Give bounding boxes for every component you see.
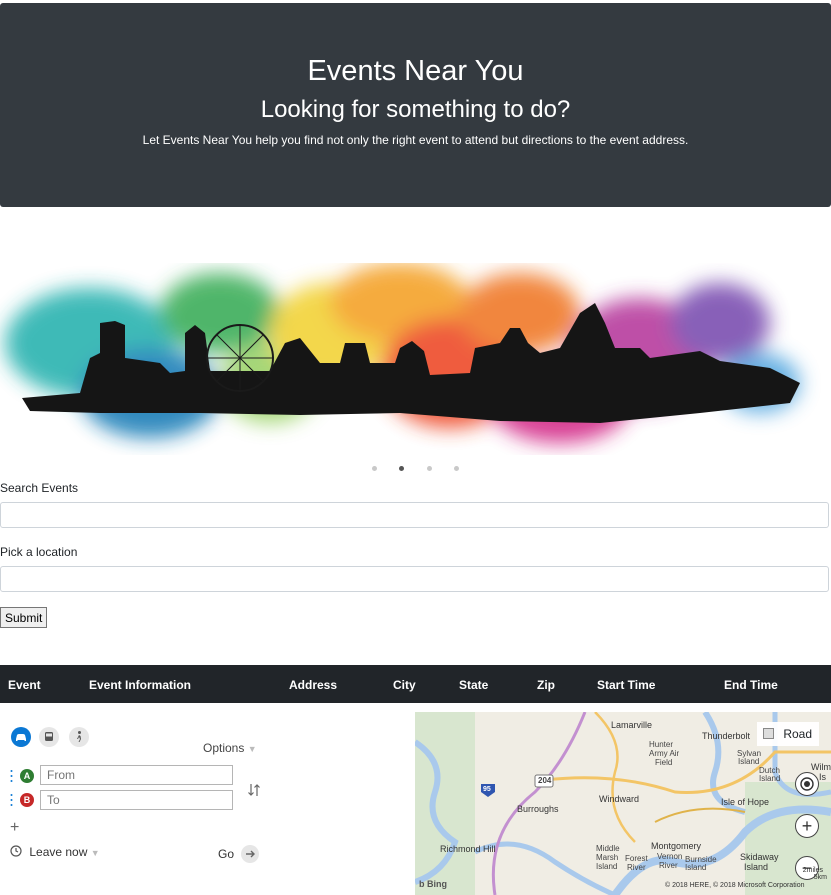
drag-handle-icon[interactable] — [10, 769, 13, 783]
map-view[interactable]: Lamarville Hunter Army Air Field Thunder… — [415, 712, 831, 895]
carousel-indicator[interactable] — [426, 466, 432, 472]
map-label-wilm: Wilm — [811, 762, 831, 772]
locate-me-button[interactable] — [795, 772, 819, 796]
directions-panel: Options ▼ A B + Leave now ▼ Go — [0, 712, 400, 895]
map-label-marsh: Marsh — [596, 853, 619, 862]
bing-logo: b Bing — [419, 879, 447, 889]
map-label-wilm-is: Is — [819, 772, 827, 782]
column-header-state: State — [459, 678, 489, 692]
hero-description: Let Events Near You help you find not on… — [142, 133, 689, 147]
map-label-middle-island: Island — [596, 862, 618, 871]
map-style-label: Road — [783, 727, 813, 741]
map-route-shield-95: 95 — [483, 786, 491, 793]
map-label-dutch-island: Island — [759, 774, 781, 783]
map-label-hunter: Hunter — [649, 740, 674, 749]
column-header-city: City — [393, 678, 416, 692]
map-label-windward: Windward — [599, 794, 640, 804]
bing-b-icon: b — [419, 879, 425, 889]
clock-icon — [10, 845, 22, 857]
from-input[interactable] — [40, 765, 233, 785]
map-label-burroughs: Burroughs — [517, 804, 559, 814]
events-table-header: Event Event Information Address City Sta… — [0, 665, 831, 703]
map-route-shield-204: 204 — [538, 776, 552, 785]
map-style-button[interactable]: Road — [757, 722, 819, 746]
map-label-richmond-hill: Richmond Hill — [440, 844, 496, 854]
plus-icon: + — [801, 816, 813, 836]
map-label-forest-river: River — [627, 863, 646, 872]
bus-icon — [45, 732, 53, 741]
add-waypoint-icon[interactable]: + — [10, 819, 19, 837]
carousel-indicator[interactable] — [371, 466, 377, 472]
drag-handle-icon[interactable] — [10, 793, 13, 807]
bing-brand-text: Bing — [427, 879, 448, 889]
location-input[interactable] — [0, 566, 829, 592]
page-subtitle: Looking for something to do? — [260, 96, 571, 123]
map-scale: 2miles 5km — [802, 867, 827, 881]
to-input[interactable] — [40, 790, 233, 810]
scale-km: 5km — [813, 874, 827, 881]
leave-label: Leave now — [29, 845, 88, 859]
carousel-indicator-active[interactable] — [399, 466, 405, 472]
map-label-sylvan-island: Island — [738, 757, 760, 766]
column-header-event-information: Event Information — [89, 678, 192, 692]
image-carousel[interactable] — [0, 263, 831, 478]
chevron-down-icon: ▼ — [90, 848, 100, 858]
map-label-montgomery: Montgomery — [651, 841, 702, 851]
column-header-event: Event — [8, 678, 41, 692]
swap-icon[interactable] — [247, 782, 261, 798]
transit-mode-button[interactable] — [39, 727, 59, 747]
car-icon — [16, 734, 26, 741]
map-label-thunderbolt: Thunderbolt — [702, 731, 751, 741]
target-icon — [800, 777, 814, 791]
arrow-right-icon — [241, 845, 260, 863]
map-label-army-air: Army Air — [649, 749, 680, 758]
column-header-zip: Zip — [537, 678, 555, 692]
chevron-down-icon: ▼ — [247, 744, 257, 754]
submit-button[interactable]: Submit — [0, 607, 48, 628]
column-header-end-time: End Time — [724, 678, 778, 692]
map-label-lamarville: Lamarville — [611, 720, 653, 730]
go-button[interactable]: Go — [218, 845, 260, 863]
map-label-middle: Middle — [596, 844, 620, 853]
waypoint-b-icon: B — [20, 793, 34, 807]
scale-miles: 2miles — [802, 867, 823, 874]
page-title: Events Near You — [307, 55, 524, 87]
hero-banner: Events Near You Looking for something to… — [0, 3, 831, 207]
map-label-field: Field — [655, 758, 673, 767]
search-events-input[interactable] — [0, 502, 829, 528]
carousel-image-skyline — [5, 263, 800, 443]
map-label-burnside-island: Island — [685, 863, 707, 872]
walk-mode-button[interactable] — [69, 727, 89, 747]
column-header-address: Address — [289, 678, 338, 692]
options-dropdown[interactable]: Options ▼ — [203, 741, 257, 755]
location-label: Pick a location — [0, 545, 78, 559]
map-attribution: © 2018 HERE, © 2018 Microsoft Corporatio… — [665, 882, 805, 889]
zoom-in-button[interactable]: + — [795, 814, 819, 838]
carousel-indicator[interactable] — [454, 466, 460, 472]
column-header-start-time: Start Time — [597, 678, 656, 692]
map-label-vernon-river: River — [659, 861, 678, 870]
options-label: Options — [203, 741, 245, 755]
map-label-skidaway-island: Island — [744, 862, 769, 872]
waypoint-a-icon: A — [20, 769, 34, 783]
search-events-label: Search Events — [0, 481, 79, 495]
map-label-skidaway: Skidaway — [740, 852, 779, 862]
go-label: Go — [218, 847, 235, 861]
map-label-vernon: Vernon — [657, 852, 683, 861]
leave-time-dropdown[interactable]: Leave now ▼ — [10, 845, 100, 859]
carousel-indicators — [0, 460, 831, 472]
car-mode-button[interactable] — [11, 727, 31, 747]
map-style-icon — [763, 728, 774, 739]
map-label-forest: Forest — [625, 854, 648, 863]
map-label-isle-of-hope: Isle of Hope — [721, 797, 770, 807]
walk-icon — [77, 731, 81, 742]
